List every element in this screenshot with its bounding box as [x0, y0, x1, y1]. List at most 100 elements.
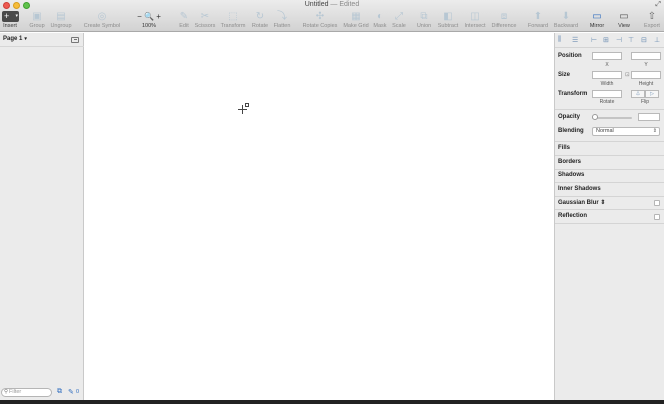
zoom-control[interactable]: − 🔍 + 100% — [132, 10, 166, 31]
subtract-label: Subtract — [437, 23, 459, 29]
align-left-icon[interactable]: ⊢ — [591, 36, 597, 44]
window-title-text: Untitled — [304, 1, 329, 8]
divider — [555, 109, 664, 110]
flatten-icon: ⤵ — [277, 11, 287, 22]
mask-button[interactable]: ◐ Mask — [372, 10, 388, 31]
divider — [555, 196, 664, 197]
make-grid-icon: ▦ — [351, 11, 361, 22]
borders-section[interactable]: Borders — [558, 159, 581, 165]
divider — [555, 223, 664, 224]
gaussian-blur-checkbox[interactable] — [654, 200, 660, 206]
inspector-panel: ⫼ ☰ ⊢ ⊞ ⊣ ⊤ ⊟ ⊥ Position X Y Size ⊡ Widt… — [554, 33, 664, 400]
intersect-button[interactable]: ◫ Intersect — [462, 10, 488, 31]
transform-label: Transform — [220, 23, 246, 29]
intersect-icon: ◫ — [470, 11, 480, 22]
difference-button[interactable]: ⧈ Difference — [489, 10, 519, 31]
reflection-checkbox[interactable] — [654, 214, 660, 220]
distribute-horizontal-icon[interactable]: ⫼ — [558, 36, 561, 44]
transform-button[interactable]: ⬚ Transform — [219, 10, 247, 31]
edit-count: 0 — [76, 389, 80, 395]
mirror-icon: ▭ — [592, 11, 602, 22]
opacity-slider-knob[interactable] — [592, 114, 598, 120]
align-right-icon[interactable]: ⊣ — [616, 36, 622, 44]
window-title: Untitled — Edited — [0, 0, 664, 9]
y-label: Y — [644, 62, 648, 68]
insert-label-wrap: Insert — [1, 23, 19, 31]
width-field[interactable] — [592, 71, 622, 79]
fills-section[interactable]: Fills — [558, 145, 570, 151]
height-label: Height — [638, 81, 654, 87]
align-top-icon[interactable]: ⊤ — [628, 36, 634, 44]
export-button[interactable]: ⇧ Export — [642, 10, 662, 31]
union-button[interactable]: ⧉ Union — [414, 10, 434, 31]
lock-icon[interactable]: ⊡ — [625, 72, 630, 78]
inner-shadows-section[interactable]: Inner Shadows — [558, 186, 601, 192]
canvas[interactable] — [85, 33, 554, 400]
view-icon: ▭ — [619, 11, 629, 22]
subtract-button[interactable]: ◧ Subtract — [436, 10, 460, 31]
create-symbol-button[interactable]: ◎ Create Symbol — [82, 10, 122, 31]
make-grid-label: Make Grid — [343, 23, 369, 29]
make-grid-button[interactable]: ▦ Make Grid — [342, 10, 370, 31]
mask-icon: ◐ — [376, 11, 384, 22]
view-button[interactable]: ▭ View — [613, 10, 635, 31]
flip-horizontal-button[interactable]: ⏃ — [631, 90, 645, 98]
pencil-icon[interactable]: ✎ — [68, 388, 74, 396]
filter-input[interactable]: ⚲Filter — [1, 388, 52, 397]
ungroup-label: Ungroup — [50, 23, 72, 29]
transform-label: Transform — [558, 91, 588, 97]
window-toolbar: Untitled — Edited ⤢ + ▾ Insert ▣ Group ▤ … — [0, 0, 664, 32]
zoom-icon: − 🔍 + — [137, 12, 161, 21]
ungroup-icon: ▤ — [56, 11, 66, 22]
collapse-pages-icon[interactable] — [71, 37, 79, 43]
align-bottom-icon[interactable]: ⊥ — [654, 36, 660, 44]
mask-label: Mask — [373, 23, 387, 29]
window-bottom-edge — [0, 400, 664, 404]
position-x-field[interactable] — [592, 52, 622, 60]
gaussian-blur-section[interactable]: Gaussian Blur ⇕ — [558, 199, 605, 206]
rotate-field[interactable] — [592, 90, 622, 98]
ungroup-button[interactable]: ▤ Ungroup — [49, 10, 73, 31]
export-label: Export — [644, 23, 660, 29]
rotate-copies-button[interactable]: ✣ Rotate Copies — [301, 10, 339, 31]
mirror-button[interactable]: ▭ Mirror — [586, 10, 608, 31]
shadows-section[interactable]: Shadows — [558, 172, 584, 178]
align-center-icon[interactable]: ⊞ — [603, 36, 609, 44]
edit-label: Edit — [179, 23, 189, 29]
create-symbol-icon: ◎ — [97, 11, 107, 22]
position-label: Position — [558, 53, 582, 59]
reflection-section[interactable]: Reflection — [558, 213, 587, 219]
distribute-vertical-icon[interactable]: ☰ — [572, 36, 578, 44]
add-page-icon[interactable]: ⧉ — [57, 388, 62, 396]
chevron-updown-icon: ⇕ — [652, 128, 657, 134]
forward-button[interactable]: ⬆ Forward — [527, 10, 549, 31]
position-y-field[interactable] — [631, 52, 661, 60]
backward-button[interactable]: ⬇ Backward — [553, 10, 579, 31]
group-button[interactable]: ▣ Group — [27, 10, 47, 31]
crosshair-cursor-icon — [238, 103, 249, 114]
page-selector[interactable]: Page 1 ▾ — [3, 36, 27, 42]
union-label: Union — [416, 23, 432, 29]
divider — [555, 209, 664, 210]
filter-placeholder: Filter — [9, 389, 22, 395]
opacity-slider[interactable] — [592, 117, 632, 119]
scissors-button[interactable]: ✂ Scissors — [194, 10, 216, 31]
scale-button[interactable]: ⤢ Scale — [390, 10, 408, 31]
forward-icon: ⬆ — [533, 11, 543, 22]
rotate-button[interactable]: ↻ Rotate — [250, 10, 270, 31]
flatten-label: Flatten — [273, 23, 291, 29]
insert-plus-icon: + — [4, 11, 10, 21]
flatten-button[interactable]: ⤵ Flatten — [272, 10, 292, 31]
height-field[interactable] — [631, 71, 661, 79]
edit-button[interactable]: ✎ Edit — [176, 10, 192, 31]
flip-vertical-button[interactable]: ▷ — [645, 90, 659, 98]
fullscreen-icon[interactable]: ⤢ — [655, 1, 661, 9]
gaussian-blur-label: Gaussian Blur — [558, 200, 599, 206]
rotate-label: Rotate — [251, 23, 269, 29]
chevron-updown-icon: ⇕ — [600, 200, 606, 206]
blending-select[interactable]: Normal ⇕ — [592, 127, 660, 136]
divider — [0, 46, 84, 47]
scissors-icon: ✂ — [200, 11, 210, 22]
align-middle-icon[interactable]: ⊟ — [641, 36, 647, 44]
opacity-field[interactable] — [638, 113, 660, 121]
